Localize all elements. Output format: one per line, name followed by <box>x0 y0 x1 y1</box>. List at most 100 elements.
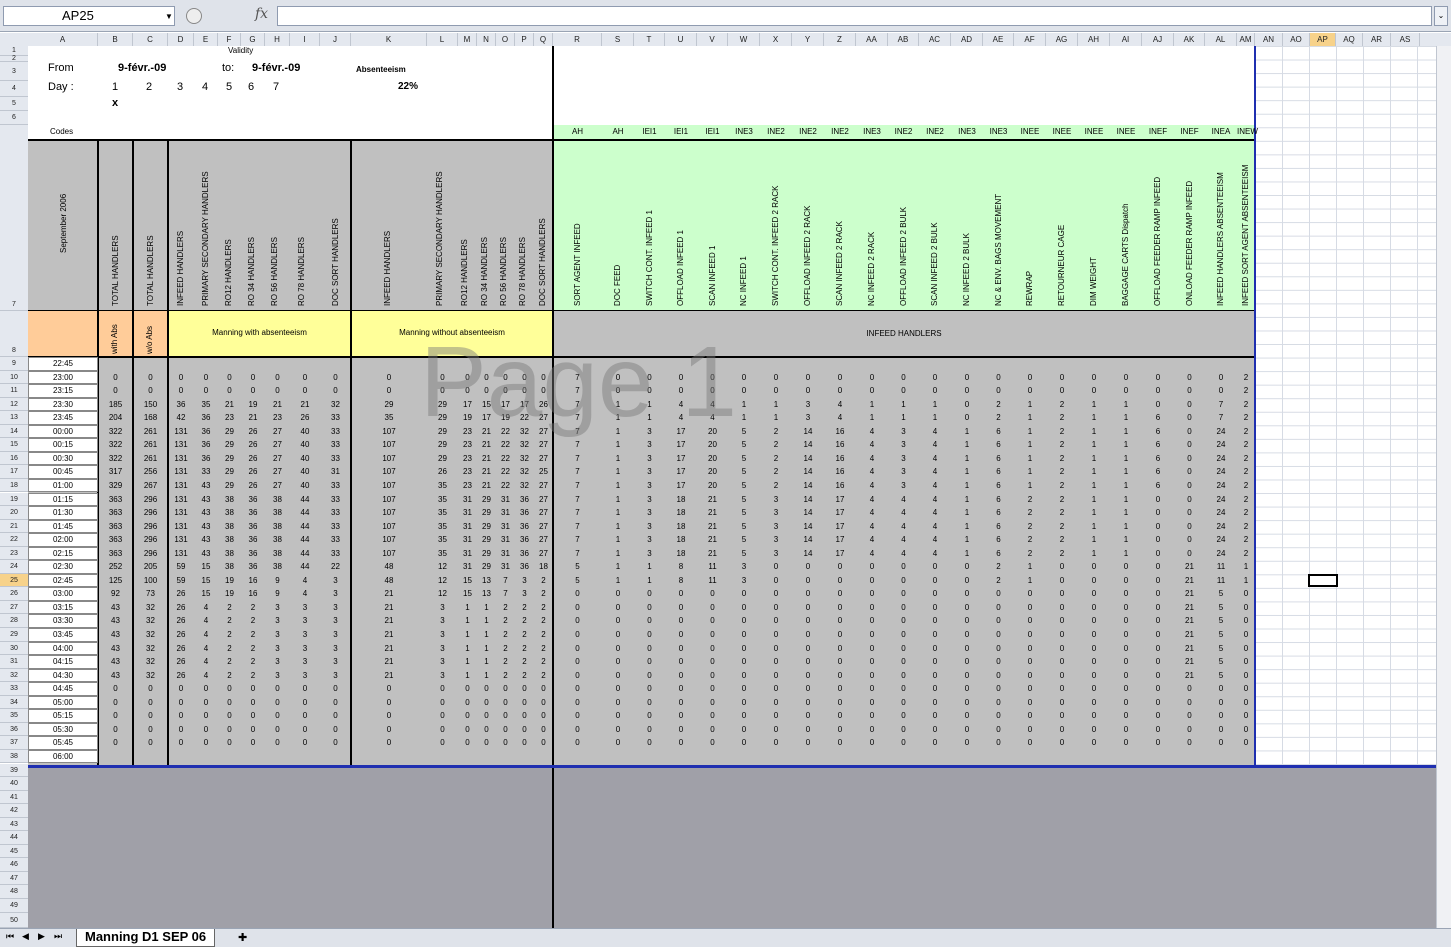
column-header[interactable]: X <box>760 33 792 46</box>
row-header[interactable]: 22 <box>0 533 28 547</box>
column-header[interactable]: J <box>320 33 351 46</box>
column-header[interactable]: G <box>241 33 265 46</box>
row-header[interactable]: 6 <box>0 111 28 125</box>
column-header[interactable]: AK <box>1174 33 1205 46</box>
chevron-down-icon[interactable]: ▼ <box>165 12 173 21</box>
row-header[interactable]: 41 <box>0 790 28 805</box>
column-header[interactable]: U <box>665 33 697 46</box>
row-header[interactable]: 44 <box>0 831 28 845</box>
row-header[interactable]: 19 <box>0 492 28 507</box>
column-header[interactable]: D <box>168 33 194 46</box>
row-header[interactable]: 28 <box>0 614 28 628</box>
row-header[interactable]: 14 <box>0 424 28 439</box>
row-header[interactable]: 18 <box>0 478 28 493</box>
selected-cell[interactable] <box>1308 574 1338 587</box>
column-header[interactable]: E <box>194 33 218 46</box>
row-header[interactable]: 42 <box>0 804 28 818</box>
column-header[interactable]: O <box>496 33 515 46</box>
row-header[interactable]: 40 <box>0 777 28 791</box>
row-header[interactable]: 8 <box>0 311 28 357</box>
column-header[interactable]: AS <box>1391 33 1420 46</box>
column-header[interactable]: Q <box>534 33 553 46</box>
formula-input[interactable] <box>277 6 1432 26</box>
column-header[interactable]: A <box>28 33 98 46</box>
row-header[interactable]: 12 <box>0 397 28 412</box>
row-header[interactable]: 30 <box>0 641 28 656</box>
column-header[interactable]: AN <box>1255 33 1283 46</box>
row-header[interactable]: 33 <box>0 682 28 696</box>
column-header[interactable]: C <box>133 33 168 46</box>
expand-formula-icon[interactable]: ⌄ <box>1434 6 1448 26</box>
row-header[interactable]: 47 <box>0 871 28 886</box>
row-header[interactable]: 45 <box>0 844 28 859</box>
column-header[interactable]: W <box>728 33 760 46</box>
column-header[interactable]: S <box>602 33 634 46</box>
column-header[interactable]: AI <box>1110 33 1142 46</box>
column-header[interactable]: V <box>697 33 728 46</box>
prev-sheet-icon[interactable]: ◀ <box>22 931 29 942</box>
row-header[interactable]: 49 <box>0 899 28 913</box>
insert-sheet-icon[interactable]: ✚ <box>238 931 247 944</box>
row-header[interactable]: 10 <box>0 370 28 385</box>
last-sheet-icon[interactable]: ⏭ <box>54 931 62 942</box>
row-header[interactable]: 32 <box>0 668 28 683</box>
column-header[interactable]: AQ <box>1336 33 1363 46</box>
row-header[interactable]: 43 <box>0 817 28 832</box>
column-header[interactable]: F <box>218 33 241 46</box>
row-header[interactable]: 23 <box>0 546 28 561</box>
row-header[interactable]: 5 <box>0 97 28 111</box>
row-header[interactable]: 3 <box>0 62 28 81</box>
row-header[interactable]: 38 <box>0 749 28 764</box>
row-header[interactable]: 20 <box>0 506 28 520</box>
first-sheet-icon[interactable]: ⏮ <box>6 931 14 942</box>
column-header[interactable]: N <box>477 33 496 46</box>
row-header[interactable]: 9 <box>0 357 28 371</box>
column-header[interactable]: AP <box>1310 33 1336 46</box>
row-header[interactable]: 27 <box>0 600 28 615</box>
column-header[interactable]: AO <box>1283 33 1310 46</box>
row-header[interactable]: 39 <box>0 763 28 778</box>
row-header[interactable]: 11 <box>0 384 28 398</box>
row-header[interactable]: 35 <box>0 709 28 723</box>
row-header[interactable]: 16 <box>0 451 28 466</box>
column-header[interactable]: L <box>427 33 458 46</box>
column-header[interactable]: B <box>98 33 133 46</box>
row-header[interactable]: 31 <box>0 655 28 669</box>
next-sheet-icon[interactable]: ▶ <box>38 931 45 942</box>
column-header[interactable]: T <box>634 33 665 46</box>
column-header[interactable]: Z <box>824 33 856 46</box>
row-header[interactable]: 17 <box>0 465 28 479</box>
column-header[interactable]: AH <box>1078 33 1110 46</box>
sheet-tab-active[interactable]: Manning D1 SEP 06 <box>76 929 216 947</box>
column-header[interactable]: M <box>458 33 477 46</box>
vertical-scrollbar[interactable] <box>1436 46 1451 928</box>
row-header[interactable]: 13 <box>0 411 28 425</box>
row-header[interactable]: 4 <box>0 81 28 97</box>
row-header[interactable]: 50 <box>0 912 28 928</box>
column-header[interactable]: Y <box>792 33 824 46</box>
worksheet-grid[interactable]: Validity From 9-févr.-09 to: 9-févr.-09 Absen… <box>28 46 1451 928</box>
function-icon[interactable]: fx <box>255 6 268 22</box>
row-header[interactable]: 37 <box>0 736 28 750</box>
column-header[interactable]: AG <box>1046 33 1078 46</box>
column-header[interactable]: H <box>265 33 290 46</box>
row-header[interactable]: 29 <box>0 628 28 642</box>
column-header[interactable]: AC <box>919 33 951 46</box>
column-header[interactable]: K <box>351 33 427 46</box>
column-header[interactable]: AD <box>951 33 983 46</box>
column-header[interactable]: AL <box>1205 33 1237 46</box>
cancel-icon[interactable] <box>186 8 202 24</box>
row-header[interactable]: 15 <box>0 438 28 452</box>
row-header[interactable]: 48 <box>0 885 28 899</box>
row-header[interactable]: 7 <box>0 125 28 311</box>
column-header[interactable]: I <box>290 33 320 46</box>
row-header[interactable]: 36 <box>0 722 28 737</box>
row-header[interactable]: 34 <box>0 695 28 710</box>
row-header[interactable]: 26 <box>0 587 28 601</box>
row-header[interactable]: 46 <box>0 858 28 872</box>
column-header[interactable]: AF <box>1014 33 1046 46</box>
column-header[interactable]: AE <box>983 33 1014 46</box>
row-header[interactable]: 24 <box>0 560 28 574</box>
column-header[interactable]: AR <box>1363 33 1391 46</box>
row-header[interactable]: 25 <box>0 573 28 588</box>
